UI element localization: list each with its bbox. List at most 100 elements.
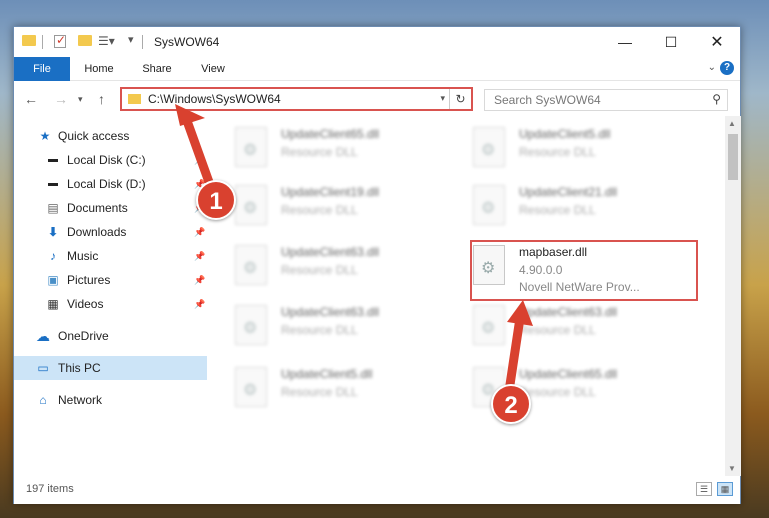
new-folder-icon[interactable] <box>78 35 92 46</box>
sidebar-item-label: This PC <box>58 361 101 375</box>
file-description: Resource DLL <box>281 323 358 337</box>
scrollbar-thumb[interactable] <box>728 134 738 180</box>
up-arrow-icon[interactable]: ↑ <box>98 91 105 107</box>
folder-icon <box>22 35 36 46</box>
pin-icon: 📌 <box>194 298 206 309</box>
help-icon[interactable]: ? <box>720 61 734 75</box>
file-description: Resource DLL <box>281 145 358 159</box>
file-item[interactable]: UpdateClient65.dll Resource DLL <box>235 125 465 175</box>
file-description: Resource DLL <box>519 145 596 159</box>
file-item[interactable]: UpdateClient21.dll Resource DLL <box>473 183 703 233</box>
download-icon: ⬇ <box>47 225 59 239</box>
file-item[interactable]: UpdateClient5.dll Resource DLL <box>235 365 465 415</box>
sidebar-item-local-disk-d[interactable]: ▬ Local Disk (D:) 📌 <box>14 172 207 196</box>
forward-arrow-icon[interactable]: → <box>54 91 68 107</box>
dll-file-icon <box>235 127 267 167</box>
file-name: UpdateClient63.dll <box>519 305 618 319</box>
file-item[interactable]: UpdateClient19.dll Resource DLL <box>235 183 465 233</box>
tab-home[interactable]: Home <box>74 57 124 81</box>
back-arrow-icon[interactable]: ← <box>24 91 38 107</box>
dll-file-icon <box>235 367 267 407</box>
drive-icon: ▬ <box>48 154 58 165</box>
file-item[interactable]: UpdateClient63.dll Resource DLL <box>235 243 465 293</box>
file-description: Resource DLL <box>519 385 596 399</box>
sidebar-item-this-pc[interactable]: ▭ This PC <box>14 356 207 380</box>
sidebar-item-label: Local Disk (D:) <box>67 177 146 191</box>
video-icon: ▦ <box>47 297 59 311</box>
refresh-icon[interactable]: ↻ <box>449 89 471 109</box>
file-item[interactable]: UpdateClient63.dll Resource DLL <box>473 303 703 353</box>
search-placeholder: Search SysWOW64 <box>494 93 601 107</box>
title-bar: ☰▾ ▾ SysWOW64 — ☐ ✕ <box>14 27 740 57</box>
address-path[interactable]: C:\Windows\SysWOW64 <box>148 92 281 106</box>
star-icon: ★ <box>39 129 51 143</box>
ribbon: File Home Share View ⌄ ? <box>14 57 740 81</box>
folder-icon <box>128 94 141 104</box>
pin-icon: 📌 <box>194 226 206 237</box>
file-name: UpdateClient5.dll <box>519 127 611 141</box>
vertical-scrollbar[interactable]: ▲ ▼ <box>725 116 741 476</box>
tab-share[interactable]: Share <box>132 57 182 81</box>
step-badge-2: 2 <box>491 384 531 424</box>
sidebar-item-label: Downloads <box>67 225 127 239</box>
file-name: UpdateClient5.dll <box>281 367 373 381</box>
file-name: UpdateClient63.dll <box>281 305 380 319</box>
sidebar-item-label: Quick access <box>58 129 130 143</box>
sidebar-item-network[interactable]: ⌂ Network <box>14 388 207 412</box>
computer-icon: ▭ <box>37 361 49 375</box>
chevron-down-icon[interactable]: ▾ <box>440 93 445 104</box>
dll-file-icon <box>473 305 505 345</box>
details-view-icon[interactable]: ☰ <box>696 482 712 496</box>
dll-file-icon <box>235 185 267 225</box>
address-bar[interactable]: C:\Windows\SysWOW64 ▾ ↻ <box>120 87 473 111</box>
divider <box>142 35 143 49</box>
expand-ribbon-icon[interactable]: ⌄ <box>708 62 716 73</box>
file-name: UpdateClient65.dll <box>281 127 380 141</box>
file-item[interactable]: UpdateClient63.dll Resource DLL <box>235 303 465 353</box>
navigation-pane: ★ Quick access ▬ Local Disk (C:) 📌 ▬ Loc… <box>14 121 207 476</box>
step-badge-1: 1 <box>196 180 236 220</box>
scroll-up-icon[interactable]: ▲ <box>728 119 736 128</box>
divider <box>42 35 43 49</box>
search-icon[interactable]: ⚲ <box>712 92 721 106</box>
properties-icon[interactable] <box>54 33 66 48</box>
tab-view[interactable]: View <box>188 57 238 81</box>
tiles-view-icon[interactable]: ▦ <box>717 482 733 496</box>
sidebar-item-onedrive[interactable]: ☁ OneDrive <box>14 324 207 348</box>
sidebar-item-music[interactable]: ♪ Music 📌 <box>14 244 207 268</box>
scroll-down-icon[interactable]: ▼ <box>728 464 736 473</box>
sidebar-item-videos[interactable]: ▦ Videos 📌 <box>14 292 207 316</box>
sidebar-item-label: Music <box>67 249 99 263</box>
sidebar-item-local-disk-c[interactable]: ▬ Local Disk (C:) 📌 <box>14 148 207 172</box>
sidebar-item-label: Local Disk (C:) <box>67 153 146 167</box>
maximize-button[interactable]: ☐ <box>648 27 694 57</box>
drive-icon: ▬ <box>48 178 58 189</box>
close-button[interactable]: ✕ <box>694 27 740 57</box>
file-description: Resource DLL <box>519 323 596 337</box>
sidebar-item-downloads[interactable]: ⬇ Downloads 📌 <box>14 220 207 244</box>
sidebar-item-label: OneDrive <box>58 329 109 343</box>
sidebar-item-quick-access[interactable]: ★ Quick access <box>14 124 207 148</box>
file-description: Resource DLL <box>281 263 358 277</box>
dll-file-icon <box>473 127 505 167</box>
recent-dropdown-icon[interactable]: ▾ <box>78 94 83 105</box>
dll-file-icon <box>473 185 505 225</box>
sidebar-item-pictures[interactable]: ▣ Pictures 📌 <box>14 268 207 292</box>
tab-file[interactable]: File <box>14 57 70 81</box>
sidebar-item-label: Documents <box>67 201 128 215</box>
highlight-box <box>470 240 698 301</box>
minimize-button[interactable]: — <box>602 27 648 57</box>
sidebar-item-documents[interactable]: ▤ Documents 📌 <box>14 196 207 220</box>
network-icon: ⌂ <box>39 393 47 407</box>
file-name: UpdateClient19.dll <box>281 185 380 199</box>
navigation-bar: ← → ▾ ↑ C:\Windows\SysWOW64 ▾ ↻ Search S… <box>14 82 740 116</box>
file-description: Resource DLL <box>281 203 358 217</box>
cloud-icon: ☁ <box>36 328 50 344</box>
sidebar-item-label: Pictures <box>67 273 111 287</box>
file-item[interactable]: UpdateClient5.dll Resource DLL <box>473 125 703 175</box>
customize-icon[interactable]: ☰▾ <box>98 34 115 48</box>
file-description: Resource DLL <box>519 203 596 217</box>
qa-dropdown-icon[interactable]: ▾ <box>128 33 134 46</box>
window-title: SysWOW64 <box>154 35 220 49</box>
search-input[interactable]: Search SysWOW64 ⚲ <box>484 89 728 111</box>
